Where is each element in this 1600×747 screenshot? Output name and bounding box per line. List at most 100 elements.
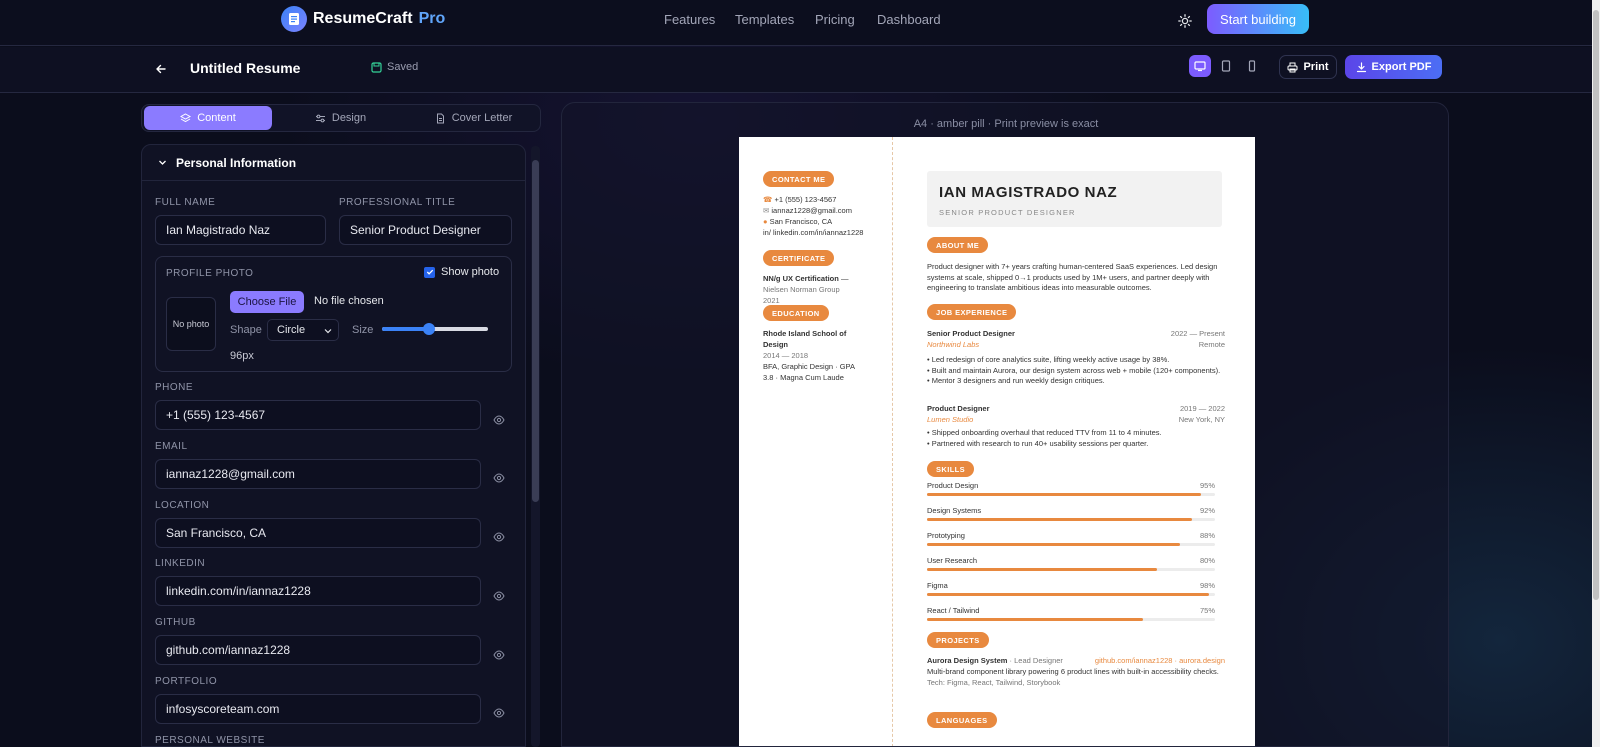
eye-icon[interactable] xyxy=(492,530,506,544)
skill-bar xyxy=(927,568,1215,571)
job-bullet: • Partnered with research to run 40+ usa… xyxy=(927,438,1149,448)
window-scrollbar[interactable] xyxy=(1592,0,1600,747)
skill-bar xyxy=(927,493,1215,496)
job-title: Senior Product Designer xyxy=(927,329,1015,338)
eye-icon[interactable] xyxy=(492,413,506,427)
professional-title-input[interactable]: Senior Product Designer xyxy=(339,215,512,245)
choose-file-button[interactable]: Choose File xyxy=(230,291,304,313)
view-mode-group xyxy=(1189,55,1263,77)
theme-toggle-button[interactable] xyxy=(1172,8,1198,34)
skill-name: React / Tailwind xyxy=(927,606,980,615)
show-photo-checkbox[interactable] xyxy=(424,266,435,278)
email-label: EMAIL xyxy=(155,441,188,452)
file-icon xyxy=(436,113,444,123)
tab-content[interactable]: Content xyxy=(144,106,272,130)
eye-icon[interactable] xyxy=(492,471,506,485)
skill-row: Product Design 95% xyxy=(927,481,1225,503)
logo[interactable]: ResumeCraft Pro xyxy=(281,6,445,32)
export-pdf-button[interactable]: Export PDF xyxy=(1345,55,1442,79)
window-scroll-thumb[interactable] xyxy=(1593,10,1599,600)
skills-pill: SKILLS xyxy=(927,461,975,477)
personal-info-header[interactable]: Personal Information xyxy=(142,145,525,181)
skill-name: Product Design xyxy=(927,481,979,490)
shape-select[interactable]: Circle xyxy=(267,319,339,341)
phone-icon: ☎ xyxy=(763,195,773,204)
edu-school: Rhode Island School of Design xyxy=(763,329,847,349)
profile-photo-label: PROFILE PHOTO xyxy=(166,268,254,279)
section-title: Personal Information xyxy=(176,155,297,170)
nav-dashboard[interactable]: Dashboard xyxy=(877,12,941,27)
edu-degree: BFA, Graphic Design · GPA 3.8 · Magna Cu… xyxy=(763,362,855,382)
mail-icon: ✉ xyxy=(763,206,770,215)
professional-title-label: PROFESSIONAL TITLE xyxy=(339,197,456,208)
nav-features[interactable]: Features xyxy=(664,12,715,27)
tab-design[interactable]: Design xyxy=(276,106,405,130)
skill-bar-fill xyxy=(927,493,1201,496)
phone-input[interactable]: +1 (555) 123-4567 xyxy=(155,400,481,430)
skill-percent: 75% xyxy=(1199,606,1215,615)
skill-percent: 88% xyxy=(1199,531,1215,540)
certificate-pill: CERTIFICATE xyxy=(763,250,835,266)
skill-name: Prototyping xyxy=(927,531,965,540)
size-slider[interactable] xyxy=(382,323,488,335)
show-photo-toggle[interactable]: Show photo xyxy=(424,266,499,278)
mobile-view-button[interactable] xyxy=(1241,55,1263,77)
project-links[interactable]: github.com/iannaz1228 · aurora.design xyxy=(1095,656,1225,667)
portfolio-input[interactable]: infosyscoreteam.com xyxy=(155,694,481,724)
editor-scrollbar[interactable] xyxy=(531,146,540,747)
resume-name: IAN MAGISTRADO NAZ xyxy=(939,184,1118,201)
project-role: · Lead Designer xyxy=(1009,656,1063,665)
eye-icon[interactable] xyxy=(492,648,506,662)
project-name: Aurora Design System xyxy=(927,656,1008,665)
contact-email: iannaz1228@gmail.com xyxy=(771,206,852,215)
start-building-button[interactable]: Start building xyxy=(1207,4,1309,34)
edu-years: 2014 — 2018 xyxy=(763,351,809,360)
github-input[interactable]: github.com/iannaz1228 xyxy=(155,635,481,665)
editor-scroll-thumb[interactable] xyxy=(532,160,539,502)
brand-suffix: Pro xyxy=(418,10,446,27)
nav-templates[interactable]: Templates xyxy=(735,12,794,27)
desktop-view-button[interactable] xyxy=(1189,55,1211,77)
cert-org: Nielsen Norman Group xyxy=(763,285,840,294)
github-label: GITHUB xyxy=(155,617,196,628)
skill-row: User Research 80% xyxy=(927,556,1225,578)
linkedin-input[interactable]: linkedin.com/in/iannaz1228 xyxy=(155,576,481,606)
arrow-left-icon xyxy=(156,64,166,74)
tab-cover-letter[interactable]: Cover Letter xyxy=(409,106,538,130)
print-button[interactable]: Print xyxy=(1279,55,1337,79)
full-name-input[interactable]: Ian Magistrado Naz xyxy=(155,215,326,245)
email-input[interactable]: iannaz1228@gmail.com xyxy=(155,459,481,489)
preview-caption: A4 · amber pill · Print preview is exact xyxy=(913,118,1099,130)
skill-bar xyxy=(927,518,1215,521)
back-button[interactable] xyxy=(152,60,170,78)
project-tech: Tech: Figma, React, Tailwind, Storybook xyxy=(927,678,1061,687)
job-dates: 2019 — 2022 xyxy=(1179,404,1225,413)
skill-bar xyxy=(927,593,1215,596)
editor-tabs: Content Design Cover Letter xyxy=(141,104,541,132)
nav-pricing[interactable]: Pricing xyxy=(815,12,855,27)
skill-row: React / Tailwind 75% xyxy=(927,606,1225,628)
document-title[interactable]: Untitled Resume xyxy=(190,60,300,76)
export-label: Export PDF xyxy=(1371,61,1432,73)
skill-bar-fill xyxy=(927,593,1210,596)
location-input[interactable]: San Francisco, CA xyxy=(155,518,481,548)
job-dates: 2022 — Present xyxy=(1170,329,1225,338)
tablet-view-button[interactable] xyxy=(1215,55,1237,77)
skill-percent: 98% xyxy=(1199,581,1215,590)
content-editor-panel: Personal Information FULL NAME Ian Magis… xyxy=(141,144,526,747)
personal-website-label: PERSONAL WEBSITE xyxy=(155,735,265,746)
cert-name: NN/g UX Certification xyxy=(763,274,839,283)
save-icon xyxy=(371,61,382,73)
size-slider-handle[interactable] xyxy=(422,323,435,335)
location-label: LOCATION xyxy=(155,500,210,511)
size-value: 96px xyxy=(230,350,254,362)
check-icon xyxy=(426,269,433,275)
job-bullet: • Led redesign of core analytics suite, … xyxy=(927,355,1170,364)
job-title: Product Designer xyxy=(927,404,990,413)
job-bullet: • Mentor 3 designers and run weekly desi… xyxy=(927,376,1105,385)
education-entry: Rhode Island School of Design 2014 — 201… xyxy=(763,328,863,383)
eye-icon[interactable] xyxy=(492,589,506,603)
certificate-entry: NN/g UX Certification — Nielsen Norman G… xyxy=(763,273,853,306)
eye-icon[interactable] xyxy=(492,706,506,720)
brand-name: ResumeCraft xyxy=(313,10,413,27)
